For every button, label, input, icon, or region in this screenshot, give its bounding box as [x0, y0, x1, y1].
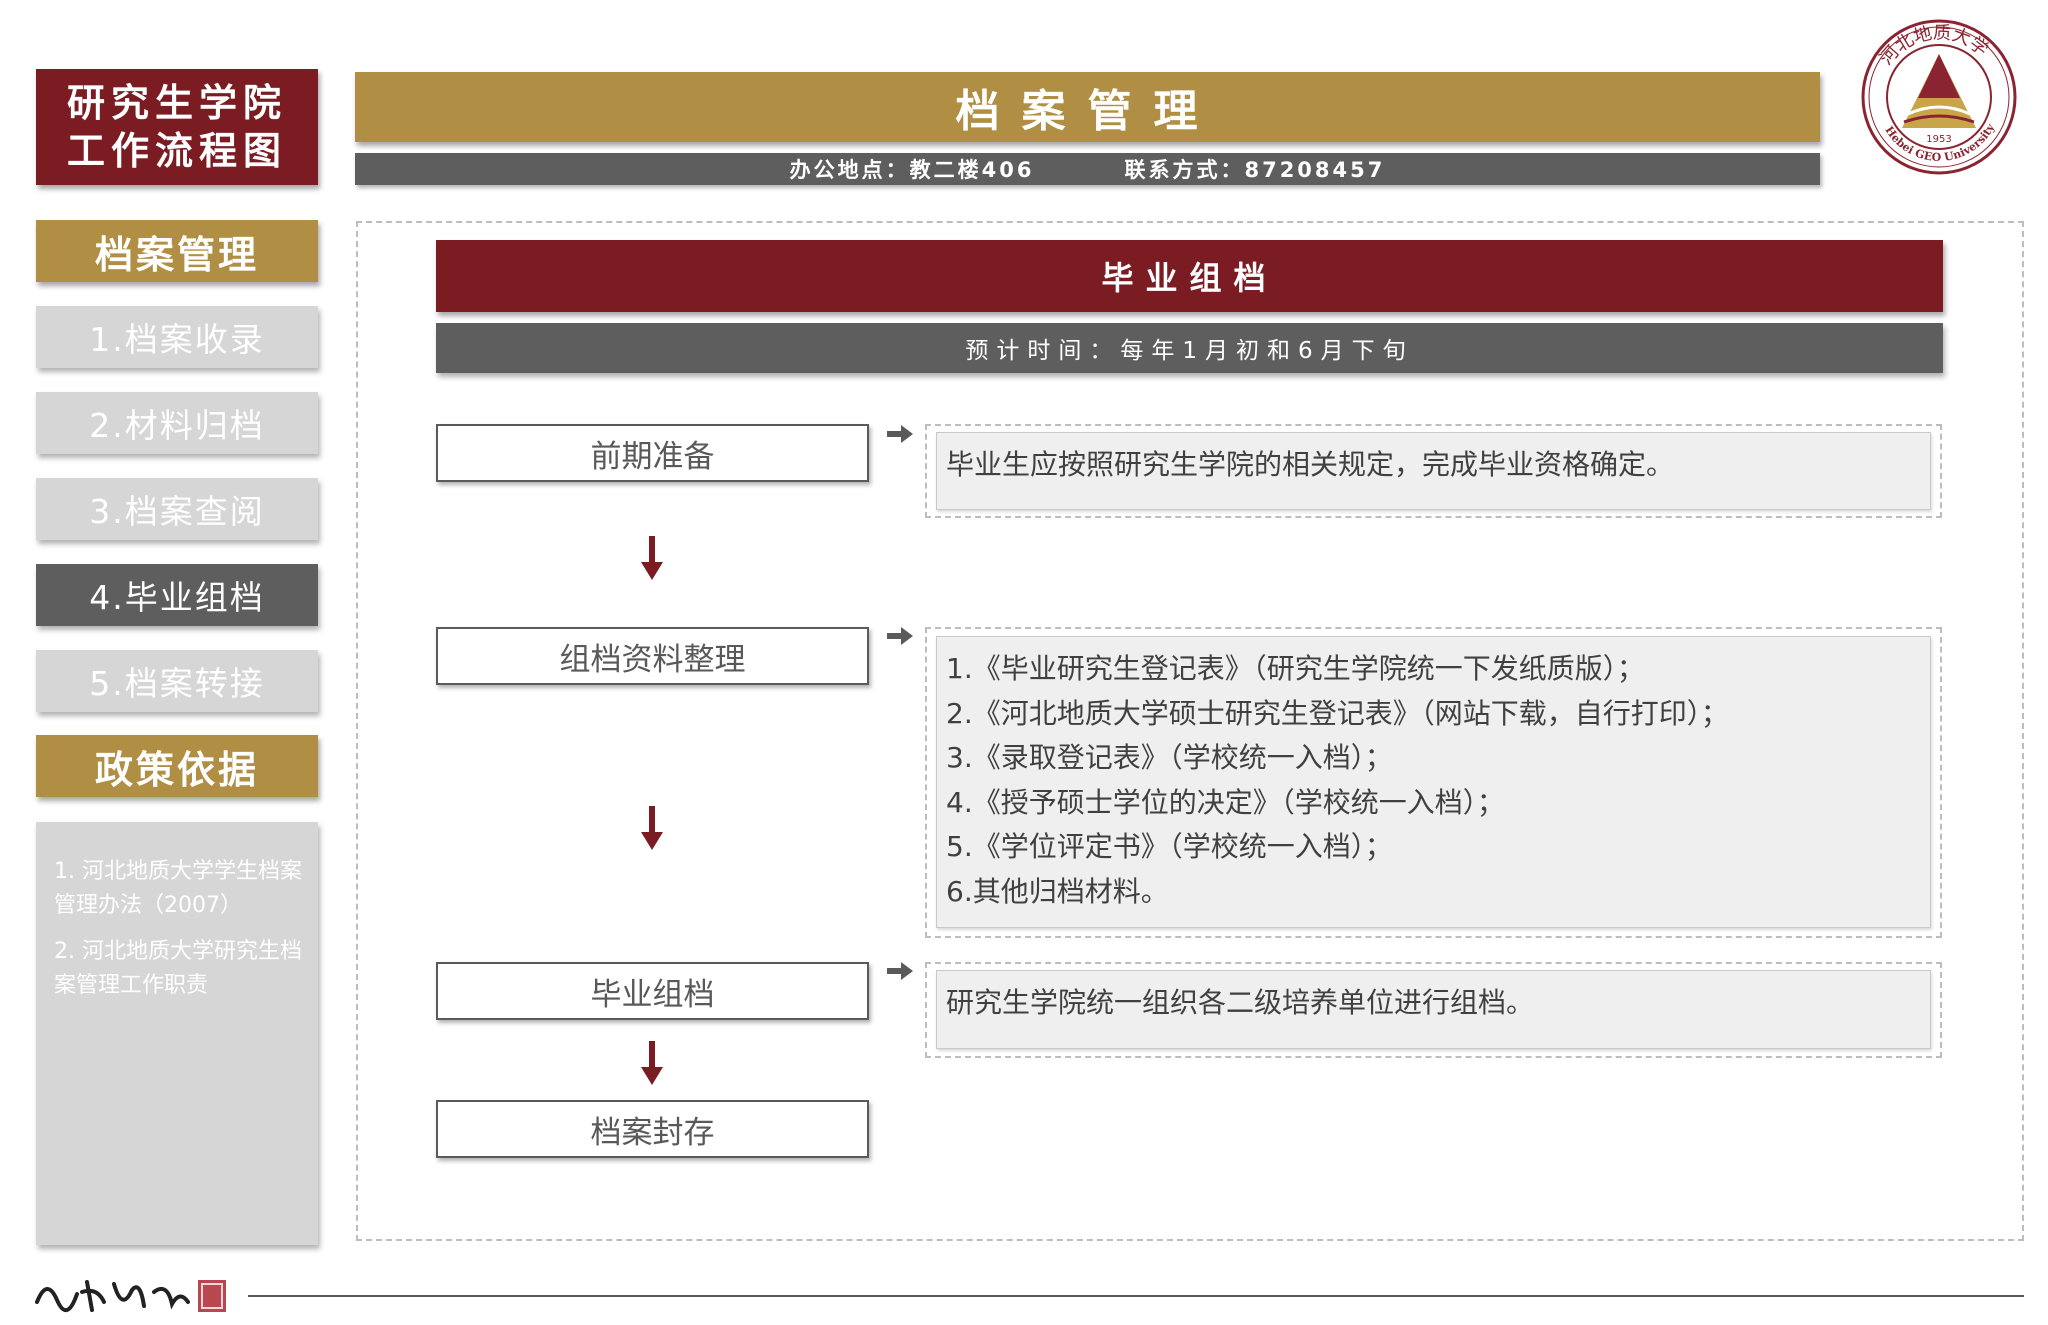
step-graduation-archive: 毕业组档 — [436, 962, 869, 1020]
contact-phone: 联系方式：87208457 — [1124, 158, 1386, 182]
step-material-list: 1.《毕业研究生登记表》（研究生学院统一下发纸质版）； 2.《河北地质大学硕士研… — [936, 636, 1931, 928]
office-location: 办公地点：教二楼406 — [789, 158, 1035, 182]
step-graduation-note: 研究生学院统一组织各二级培养单位进行组档。 — [936, 970, 1931, 1049]
right-arrow-icon — [887, 962, 913, 984]
signature-stamp — [32, 1272, 232, 1318]
down-arrow-icon — [636, 806, 668, 854]
note-line: 1.《毕业研究生登记表》（研究生学院统一下发纸质版）； — [946, 652, 1645, 685]
step-preparation: 前期准备 — [436, 424, 869, 482]
step-archive-sealing: 档案封存 — [436, 1100, 869, 1158]
step-material-organizing: 组档资料整理 — [436, 627, 869, 685]
sidebar-item-graduation-archive[interactable]: 4.毕业组档 — [36, 564, 318, 626]
section-title: 毕业组档 — [436, 240, 1943, 312]
sidebar-item-archive-collection[interactable]: 1.档案收录 — [36, 306, 318, 368]
policy-item[interactable]: 2. 河北地质大学研究生档案管理工作职责 — [54, 935, 306, 1003]
right-arrow-icon — [887, 627, 913, 649]
sidebar-item-material-filing[interactable]: 2.材料归档 — [36, 392, 318, 454]
university-seal-logo: 1953 Hebei GEO University 河北地质大学 — [1860, 18, 2018, 176]
brand-block: 研究生学院 工作流程图 — [36, 69, 318, 185]
policy-item[interactable]: 1. 河北地质大学学生档案管理办法（2007） — [54, 855, 306, 923]
footer-divider — [248, 1295, 2024, 1297]
note-line: 4.《授予硕士学位的决定》（学校统一入档）； — [946, 785, 1505, 819]
seal-year: 1953 — [1926, 134, 1951, 145]
down-arrow-icon — [636, 1041, 668, 1089]
sidebar-item-archive-lookup[interactable]: 3.档案查阅 — [36, 478, 318, 540]
right-arrow-icon — [887, 425, 913, 447]
note-line: 2.《河北地质大学硕士研究生登记表》（网站下载，自行打印）； — [946, 696, 1729, 730]
sidebar-heading-policy: 政策依据 — [36, 735, 318, 797]
down-arrow-icon — [636, 536, 668, 584]
note-line: 3.《录取登记表》（学校统一入档）； — [946, 741, 1393, 774]
brand-line-1: 研究生学院 — [66, 81, 287, 125]
policy-list: 1. 河北地质大学学生档案管理办法（2007） 2. 河北地质大学研究生档案管理… — [36, 822, 318, 1245]
sidebar-item-archive-transfer[interactable]: 5.档案转接 — [36, 650, 318, 712]
page-title: 档案管理 — [355, 72, 1820, 142]
note-line: 6.其他归档材料。 — [946, 874, 1169, 908]
note-line: 毕业生应按照研究生学院的相关规定，完成毕业资格确定。 — [946, 448, 1675, 481]
brand-line-2: 工作流程图 — [66, 129, 287, 173]
estimated-time: 预计时间：每年1月初和6月下旬 — [436, 323, 1943, 373]
contact-bar: 办公地点：教二楼406 联系方式：87208457 — [355, 153, 1820, 185]
note-line: 5.《学位评定书》（学校统一入档）； — [946, 830, 1393, 863]
note-line: 研究生学院统一组织各二级培养单位进行组档。 — [946, 986, 1535, 1019]
sidebar-heading-archive: 档案管理 — [36, 220, 318, 282]
step-preparation-note: 毕业生应按照研究生学院的相关规定，完成毕业资格确定。 — [936, 432, 1931, 510]
